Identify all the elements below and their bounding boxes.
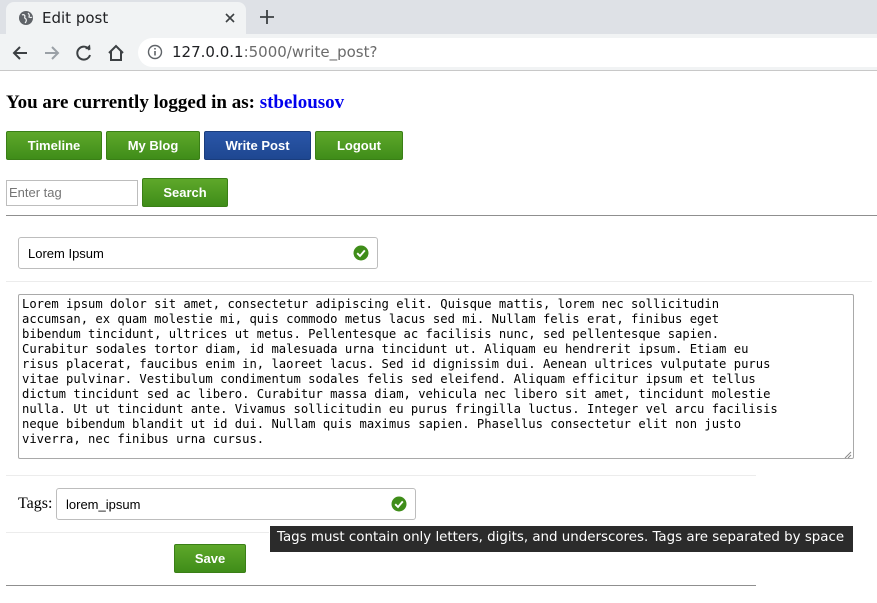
logout-button[interactable]: Logout xyxy=(315,131,403,160)
tags-tooltip: Tags must contain only letters, digits, … xyxy=(270,526,853,552)
browser-tab-bar: Edit post xyxy=(0,0,877,34)
write-post-button[interactable]: Write Post xyxy=(204,131,311,160)
login-prefix: You are currently logged in as: xyxy=(6,92,260,113)
section-divider xyxy=(6,475,756,476)
page-content: You are currently logged in as: stbelous… xyxy=(0,72,877,603)
tab-title: Edit post xyxy=(42,9,109,27)
globe-icon xyxy=(19,11,33,25)
title-input[interactable]: Lorem Ipsum xyxy=(18,237,378,269)
timeline-button[interactable]: Timeline xyxy=(6,131,102,160)
reload-icon[interactable] xyxy=(74,43,94,63)
browser-tab[interactable]: Edit post xyxy=(6,2,246,34)
title-value: Lorem Ipsum xyxy=(28,246,104,261)
forward-icon[interactable] xyxy=(42,43,62,63)
address-bar[interactable]: 127.0.0.1:5000/write_post? xyxy=(138,38,877,67)
divider xyxy=(6,585,756,586)
resize-handle-icon[interactable] xyxy=(844,451,852,459)
url-path: :5000/write_post? xyxy=(243,43,378,61)
save-button[interactable]: Save xyxy=(174,544,246,573)
tag-search-input[interactable]: Enter tag xyxy=(6,180,138,206)
section-divider xyxy=(6,532,269,533)
tags-label: Tags: xyxy=(18,495,53,512)
info-icon[interactable] xyxy=(147,44,163,60)
my-blog-button[interactable]: My Blog xyxy=(106,131,200,160)
checkmark-icon xyxy=(391,496,407,512)
username-link[interactable]: stbelousov xyxy=(260,92,344,113)
section-divider xyxy=(6,281,872,282)
browser-toolbar: 127.0.0.1:5000/write_post? xyxy=(0,34,877,71)
tags-input[interactable]: lorem_ipsum xyxy=(56,488,416,520)
plus-icon[interactable] xyxy=(258,8,276,26)
url-text: 127.0.0.1:5000/write_post? xyxy=(172,43,377,61)
search-button[interactable]: Search xyxy=(142,178,228,207)
close-icon[interactable] xyxy=(222,10,238,26)
tags-value: lorem_ipsum xyxy=(66,497,141,512)
login-status: You are currently logged in as: stbelous… xyxy=(6,92,344,114)
home-icon[interactable] xyxy=(106,43,126,63)
post-body-textarea[interactable]: Lorem ipsum dolor sit amet, consectetur … xyxy=(18,294,854,459)
back-icon[interactable] xyxy=(10,43,30,63)
checkmark-icon xyxy=(353,245,369,261)
divider xyxy=(6,215,877,216)
url-host: 127.0.0.1 xyxy=(172,43,244,61)
